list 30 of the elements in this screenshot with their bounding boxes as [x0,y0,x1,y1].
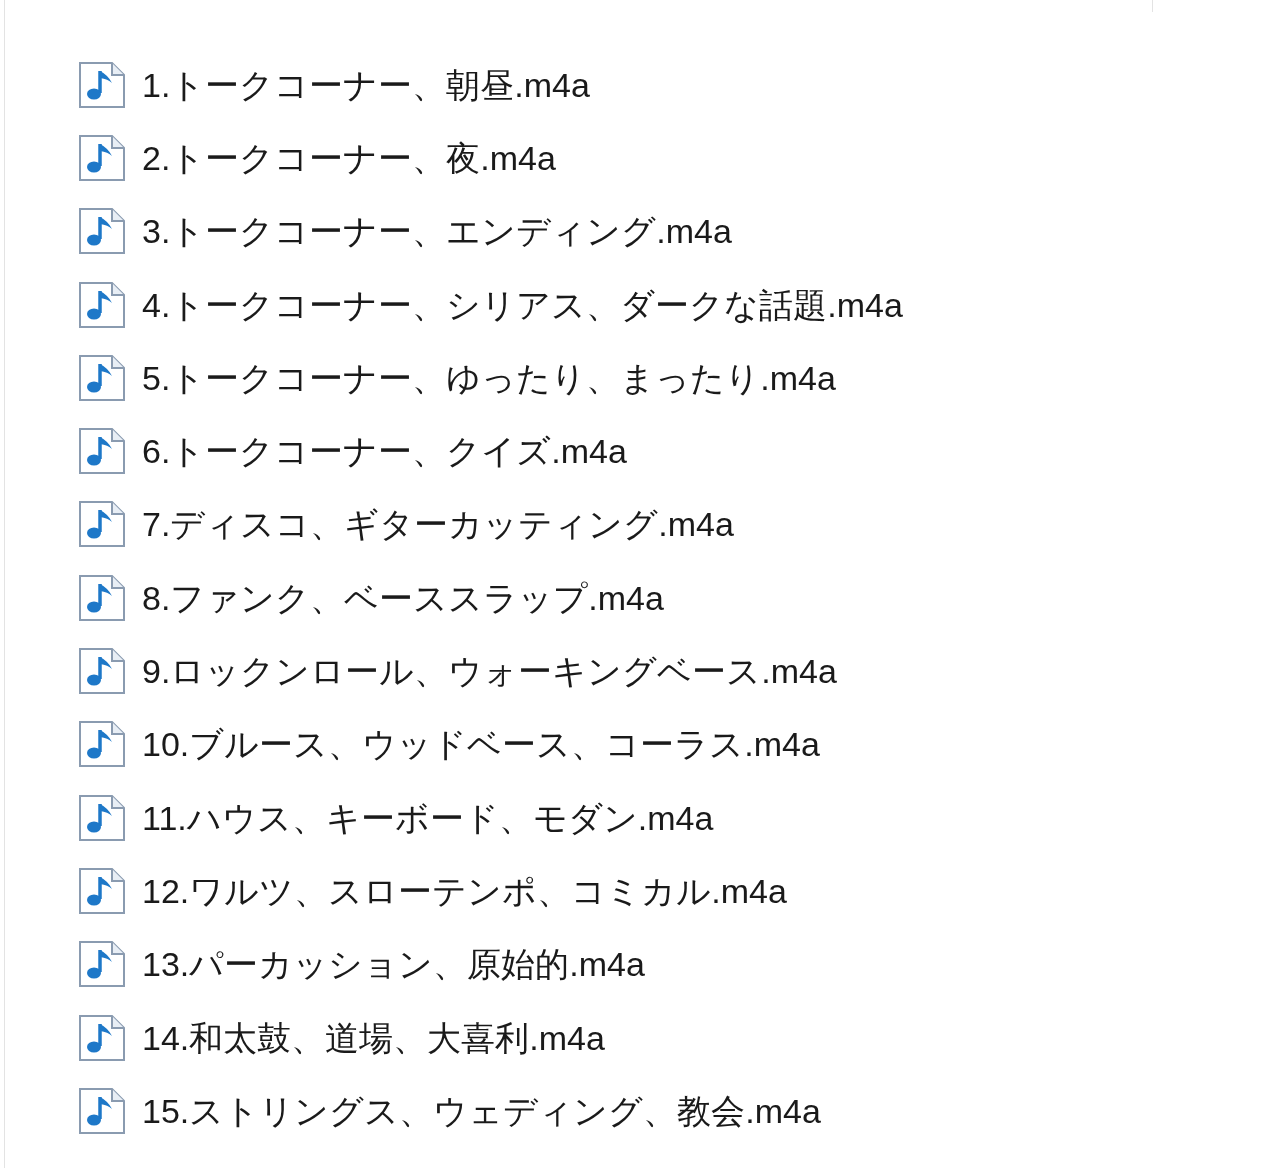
file-name[interactable]: 14.和太鼓、道場、大喜利.m4a [142,1020,605,1055]
audio-file-icon [78,1013,126,1062]
file-name[interactable]: 7.ディスコ、ギターカッティング.m4a [142,507,734,542]
file-name[interactable]: 12.ワルツ、スローテンポ、コミカル.m4a [142,873,787,908]
file-name[interactable]: 10.ブルース、ウッドベース、コーラス.m4a [142,727,820,762]
file-name[interactable]: 5.トークコーナー、ゆったり、まったり.m4a [142,360,836,395]
file-name[interactable]: 13.パーカッション、原始的.m4a [142,947,645,982]
audio-file-icon [78,720,126,769]
file-name[interactable]: 11.ハウス、キーボード、モダン.m4a [142,800,714,835]
audio-file-icon [78,940,126,989]
file-name[interactable]: 1.トークコーナー、朝昼.m4a [142,67,590,102]
file-name[interactable]: 4.トークコーナー、シリアス、ダークな話題.m4a [142,287,903,322]
audio-file-icon [78,1086,126,1135]
file-name[interactable]: 15.ストリングス、ウェディング、教会.m4a [142,1093,821,1128]
file-name[interactable]: 8.ファンク、ベーススラップ.m4a [142,580,664,615]
file-name[interactable]: 3.トークコーナー、エンディング.m4a [142,214,732,249]
audio-file-icon [78,280,126,329]
file-name[interactable]: 2.トークコーナー、夜.m4a [142,140,556,175]
audio-file-icon [78,866,126,915]
audio-file-icon [78,500,126,549]
audio-file-icon [78,207,126,256]
audio-file-icon [78,647,126,695]
audio-file-icon [78,573,126,622]
audio-file-icon [78,353,126,402]
audio-file-icon [78,793,126,842]
audio-file-icon [78,60,126,109]
audio-file-icon [78,427,126,476]
audio-file-icon [78,133,126,182]
file-name[interactable]: 9.ロックンロール、ウォーキングベース.m4a [142,654,837,688]
file-name[interactable]: 6.トークコーナー、クイズ.m4a [142,434,627,469]
